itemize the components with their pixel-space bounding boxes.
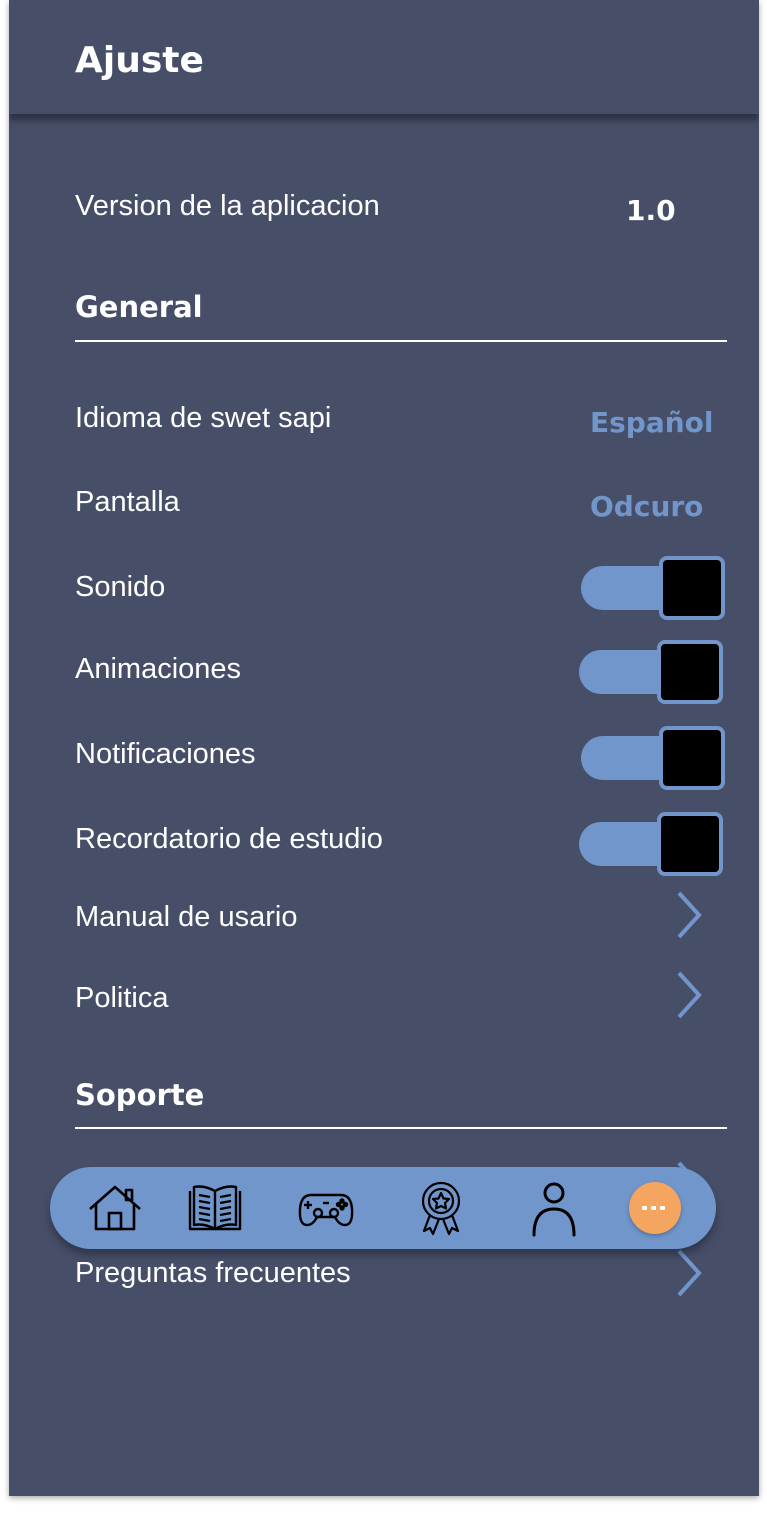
chevron-right-icon[interactable] — [674, 970, 704, 1020]
app-header: Ajuste — [9, 0, 759, 114]
policy-link[interactable]: Politica — [75, 982, 169, 1015]
home-icon[interactable] — [86, 1179, 144, 1237]
toggle-knob — [659, 726, 725, 790]
user-icon[interactable] — [525, 1179, 583, 1237]
section-divider — [75, 1127, 727, 1129]
sound-label: Sonido — [75, 571, 166, 603]
section-divider — [75, 340, 727, 342]
chevron-right-icon[interactable] — [674, 890, 704, 940]
language-label: Idioma de swet sapi — [75, 402, 332, 434]
app-version-value: 1.0 — [626, 194, 676, 227]
app-version-label: Version de la aplicacion — [75, 190, 380, 222]
award-badge-icon[interactable] — [412, 1179, 470, 1237]
toggle-knob — [657, 812, 723, 876]
sound-toggle[interactable] — [581, 556, 731, 620]
gamepad-icon[interactable] — [297, 1179, 355, 1237]
toggle-knob — [657, 640, 723, 704]
language-selector[interactable]: Español — [590, 406, 714, 439]
more-icon[interactable] — [629, 1182, 681, 1234]
faq-link[interactable]: Preguntas frecuentes — [75, 1257, 351, 1290]
study-reminder-toggle[interactable] — [579, 812, 729, 876]
book-icon[interactable] — [186, 1179, 244, 1237]
animations-label: Animaciones — [75, 653, 242, 685]
screen-label: Pantalla — [75, 486, 180, 518]
chevron-right-icon[interactable] — [674, 1248, 704, 1298]
user-manual-link[interactable]: Manual de usario — [75, 901, 297, 934]
section-title-support: Soporte — [75, 1078, 205, 1112]
animations-toggle[interactable] — [579, 640, 729, 704]
section-title-general: General — [75, 290, 203, 324]
toggle-knob — [659, 556, 725, 620]
notifications-toggle[interactable] — [581, 726, 731, 790]
settings-screen: Ajuste Version de la aplicacion 1.0 Gene… — [9, 0, 759, 1496]
notifications-label: Notificaciones — [75, 738, 256, 770]
bottom-nav-bar — [50, 1167, 716, 1249]
screen-mode-selector[interactable]: Odcuro — [590, 490, 703, 523]
study-reminder-label: Recordatorio de estudio — [75, 823, 383, 855]
page-title: Ajuste — [75, 40, 204, 81]
